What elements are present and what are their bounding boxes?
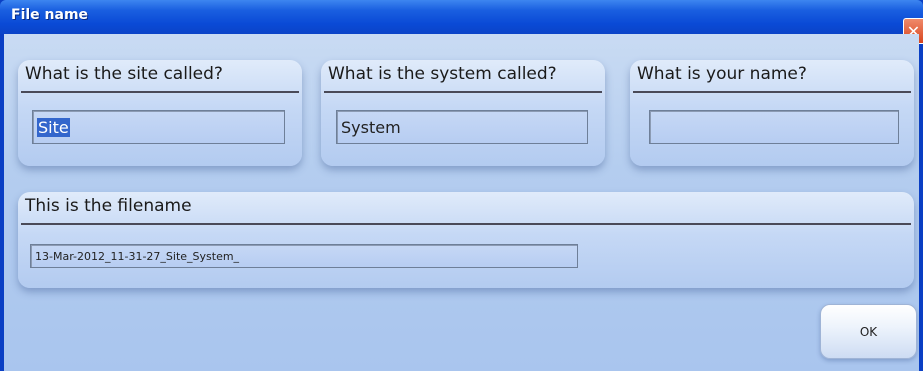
site-label: What is the site called? [25,64,223,84]
site-input-value: Site [37,117,70,137]
filename-output-value: 13-Mar-2012_11-31-27_Site_System_ [35,249,240,263]
system-panel: What is the system called? System [321,60,605,166]
window-title: File name [11,7,89,23]
system-divider [324,91,602,93]
site-input[interactable]: Site [32,110,285,144]
filename-panel: This is the filename 13-Mar-2012_11-31-2… [18,192,914,288]
name-panel: What is your name? [630,60,914,166]
filename-divider [21,223,911,225]
ok-button-label: OK [859,324,878,339]
filename-label: This is the filename [25,196,192,216]
system-input-value: System [341,117,401,137]
system-input[interactable]: System [336,110,588,144]
site-divider [21,91,299,93]
name-divider [633,91,911,93]
title-bar[interactable]: File name [0,0,923,34]
site-panel: What is the site called? Site [18,60,302,166]
name-input[interactable] [649,110,899,144]
system-label: What is the system called? [328,64,557,84]
ok-button[interactable]: OK [820,304,917,359]
name-label: What is your name? [637,64,807,84]
filename-output[interactable]: 13-Mar-2012_11-31-27_Site_System_ [30,244,578,268]
file-name-dialog: File name ✕ What is the site called? Sit… [0,0,923,371]
